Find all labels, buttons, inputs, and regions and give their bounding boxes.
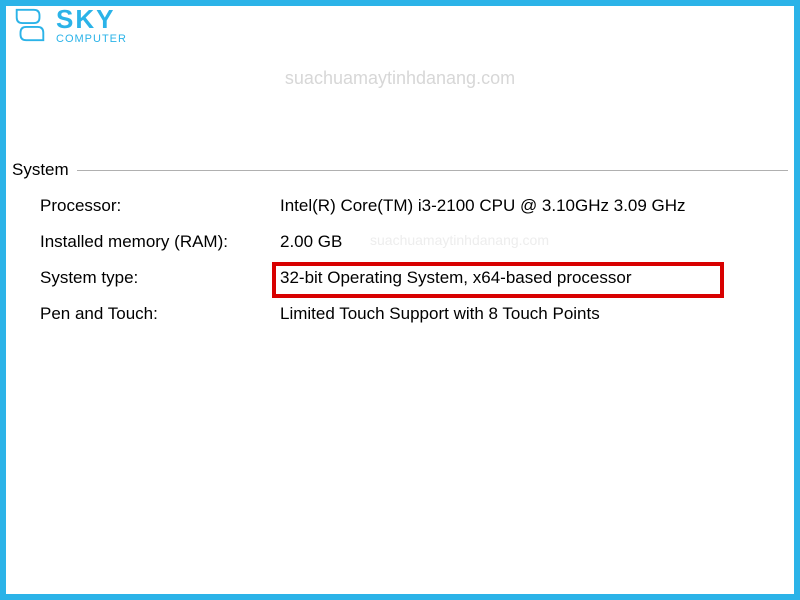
property-label: Processor: bbox=[40, 196, 280, 216]
brand-logo: SKY COMPUTER bbox=[10, 5, 127, 45]
property-row-system-type: System type: 32-bit Operating System, x6… bbox=[40, 268, 788, 288]
logo-subtitle: COMPUTER bbox=[56, 34, 127, 45]
property-value: 2.00 GB bbox=[280, 232, 342, 252]
section-title: System bbox=[12, 160, 69, 180]
logo-title: SKY bbox=[56, 6, 127, 32]
property-row-processor: Processor: Intel(R) Core(TM) i3-2100 CPU… bbox=[40, 196, 788, 216]
watermark-text: suachuamaytinhdanang.com bbox=[285, 68, 515, 89]
section-header: System bbox=[12, 160, 788, 180]
property-value: 32-bit Operating System, x64-based proce… bbox=[280, 268, 632, 288]
property-value: Limited Touch Support with 8 Touch Point… bbox=[280, 304, 600, 324]
logo-text: SKY COMPUTER bbox=[56, 6, 127, 45]
property-row-pen-touch: Pen and Touch: Limited Touch Support wit… bbox=[40, 304, 788, 324]
property-label: Installed memory (RAM): bbox=[40, 232, 280, 252]
property-label: System type: bbox=[40, 268, 280, 288]
property-value-text: 32-bit Operating System, x64-based proce… bbox=[280, 268, 632, 287]
property-label: Pen and Touch: bbox=[40, 304, 280, 324]
property-value: Intel(R) Core(TM) i3-2100 CPU @ 3.10GHz … bbox=[280, 196, 686, 216]
properties-list: Processor: Intel(R) Core(TM) i3-2100 CPU… bbox=[12, 196, 788, 324]
property-row-ram: Installed memory (RAM): 2.00 GB bbox=[40, 232, 788, 252]
logo-icon bbox=[10, 5, 50, 45]
system-section: System Processor: Intel(R) Core(TM) i3-2… bbox=[12, 160, 788, 340]
section-divider bbox=[77, 170, 788, 171]
